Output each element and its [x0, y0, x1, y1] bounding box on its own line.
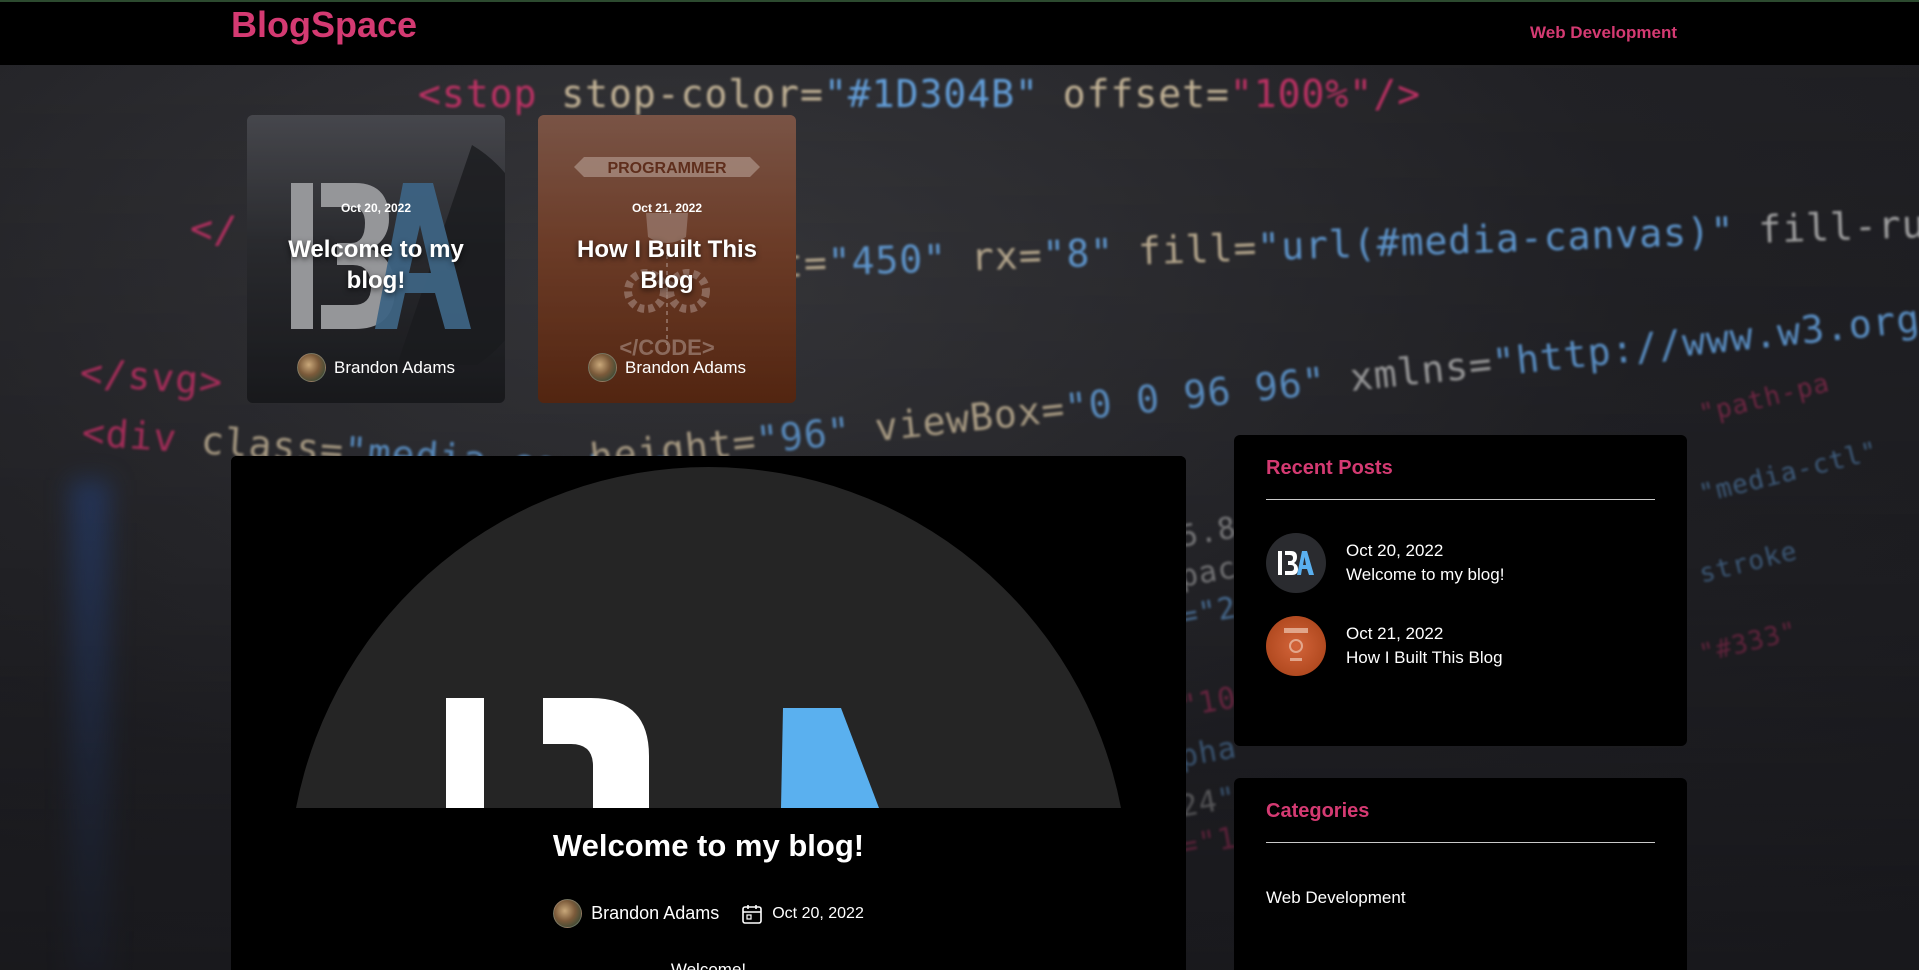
recent-post-title[interactable]: Welcome to my blog! — [1346, 565, 1504, 585]
post-date-text: Oct 20, 2022 — [772, 904, 864, 922]
post-hero-image[interactable] — [231, 456, 1186, 808]
recent-post-item[interactable]: Oct 21, 2022 How I Built This Blog — [1266, 616, 1655, 676]
calendar-icon — [742, 904, 763, 924]
author-name: Brandon Adams — [625, 357, 746, 377]
recent-post-thumbnail — [1266, 616, 1326, 676]
category-link-web-development[interactable]: Web Development — [1266, 888, 1406, 908]
recent-post-date: Oct 21, 2022 — [1346, 624, 1444, 643]
featured-card-how-i-built[interactable]: PROGRAMMER </CODE> Oct 21, 2022 How I Bu… — [538, 115, 796, 403]
recent-post-title[interactable]: How I Built This Blog — [1346, 648, 1503, 668]
categories-widget: Categories Web Development — [1234, 778, 1687, 970]
divider — [1266, 499, 1655, 500]
site-header: BlogSpace Web Development — [0, 2, 1919, 65]
recent-post-text: Oct 21, 2022 How I Built This Blog — [1346, 624, 1503, 668]
nav-link-web-development[interactable]: Web Development — [1530, 23, 1677, 43]
recent-post-date: Oct 20, 2022 — [1346, 541, 1444, 560]
post-date: Oct 20, 2022 — [741, 903, 864, 925]
post-meta: Brandon Adams Oct 20, 2022 — [231, 899, 1186, 928]
author-avatar — [588, 353, 618, 382]
author-avatar — [297, 353, 327, 382]
main-post-card: Welcome to my blog! Brandon Adams Oct 20… — [231, 456, 1186, 970]
featured-card-welcome[interactable]: Oct 20, 2022 Welcome to my blog! Brandon… — [247, 115, 505, 403]
divider — [1266, 842, 1655, 843]
recent-posts-title: Recent Posts — [1266, 457, 1393, 479]
post-title[interactable]: Welcome to my blog! — [231, 828, 1186, 864]
author-name: Brandon Adams — [591, 903, 720, 923]
post-excerpt: Welcome! — [670, 960, 747, 970]
card-date: Oct 21, 2022 — [631, 201, 703, 215]
author-avatar — [553, 899, 583, 928]
card-title[interactable]: How I Built This Blog — [558, 234, 776, 296]
post-author: Brandon Adams — [553, 899, 719, 928]
card-author: Brandon Adams — [538, 353, 796, 382]
card-title[interactable]: Welcome to my blog! — [267, 234, 485, 296]
site-logo[interactable]: BlogSpace — [231, 4, 417, 46]
card-date: Oct 20, 2022 — [340, 201, 412, 215]
author-name: Brandon Adams — [334, 357, 455, 377]
recent-posts-widget: Recent Posts Oct 20, 2022 Welcome to my … — [1234, 435, 1687, 746]
recent-post-item[interactable]: Oct 20, 2022 Welcome to my blog! — [1266, 533, 1655, 593]
recent-post-text: Oct 20, 2022 Welcome to my blog! — [1346, 541, 1504, 585]
categories-title: Categories — [1266, 800, 1370, 822]
card-author: Brandon Adams — [247, 353, 505, 382]
recent-post-thumbnail — [1266, 533, 1326, 593]
